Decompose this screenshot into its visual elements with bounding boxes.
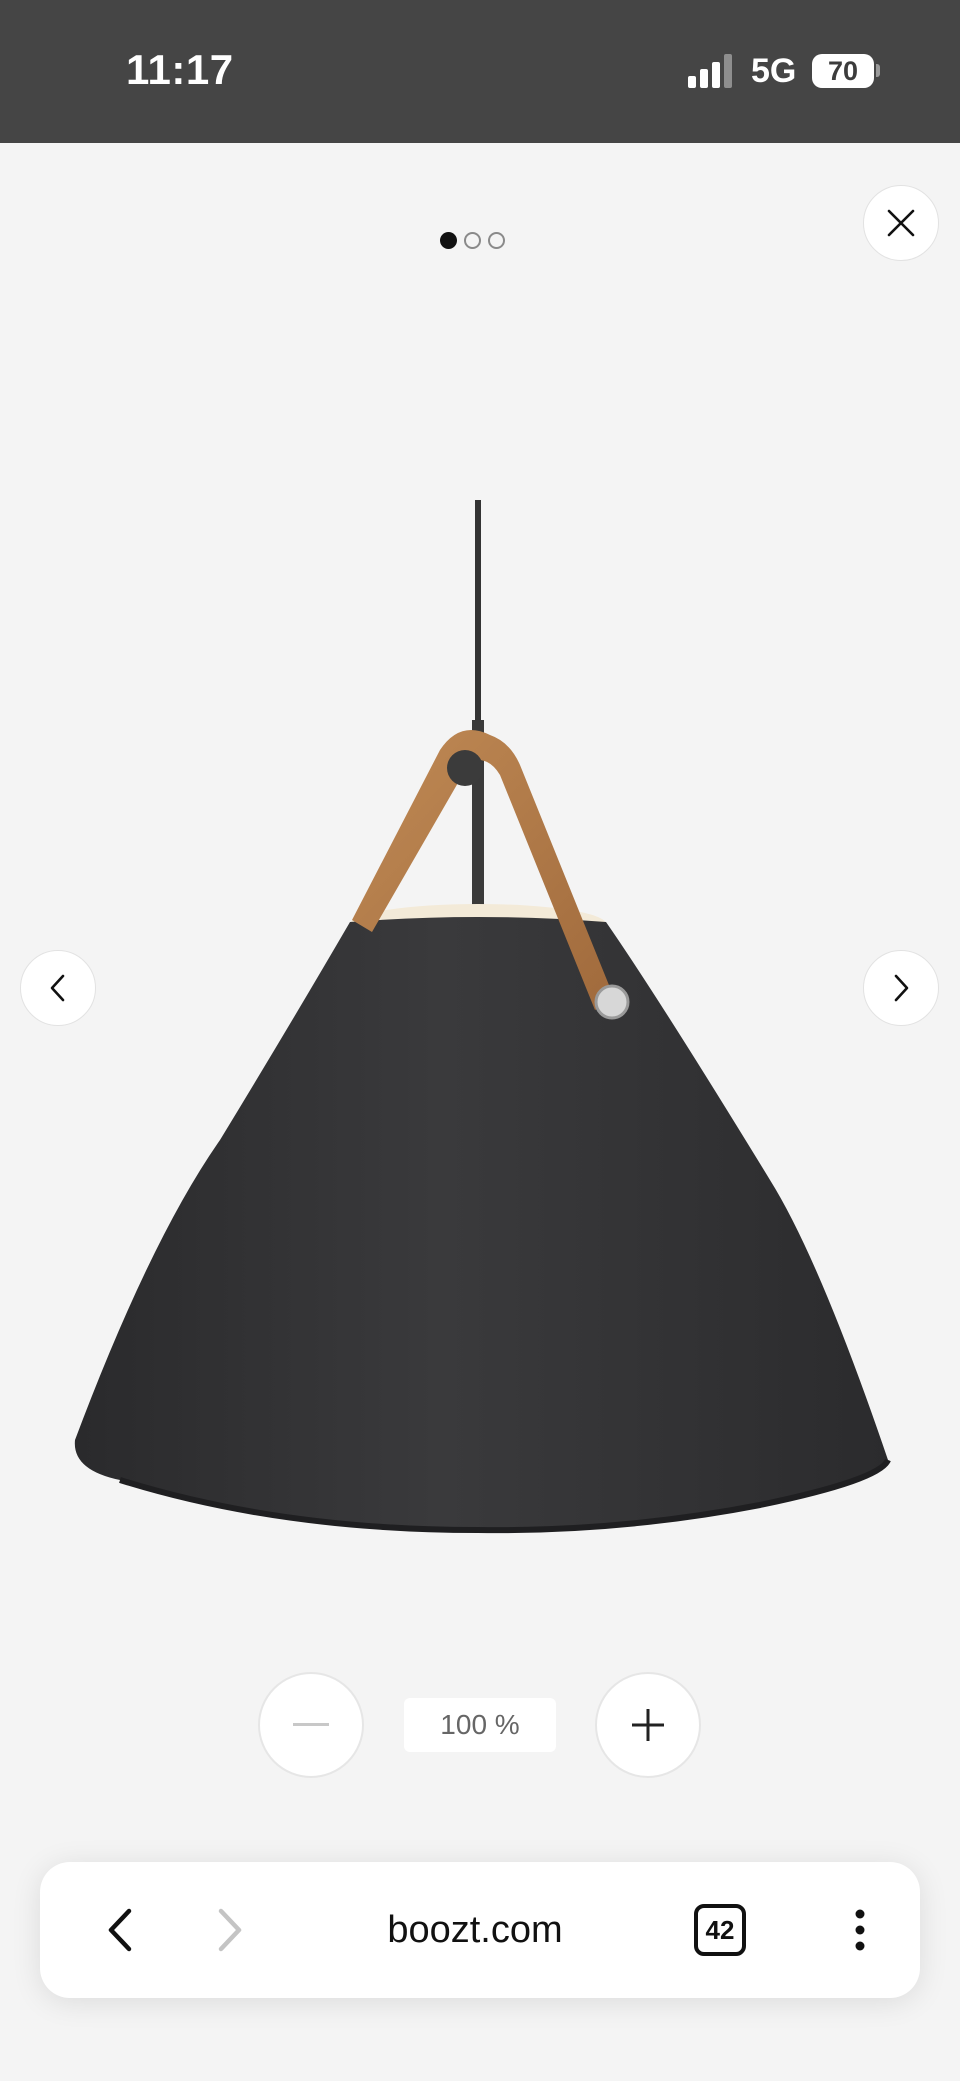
tabs-icon[interactable]: 42	[694, 1904, 746, 1956]
image-pager-dots	[440, 232, 505, 252]
battery-tip	[876, 64, 880, 77]
back-button[interactable]	[90, 1900, 150, 1960]
close-button[interactable]	[863, 185, 939, 261]
battery-icon: 70	[812, 54, 874, 88]
plus-icon	[632, 1709, 664, 1741]
status-time: 11:17	[126, 46, 234, 93]
forward-button[interactable]	[200, 1900, 260, 1960]
signal-icon	[688, 54, 732, 88]
close-icon	[887, 209, 915, 237]
zoom-level: 100 %	[404, 1698, 556, 1752]
more-vertical-icon	[855, 1909, 865, 1951]
status-bar: 11:17 5G 70	[0, 0, 960, 143]
back-arrow-icon	[108, 1908, 132, 1952]
minus-icon	[293, 1723, 329, 1726]
menu-button[interactable]	[840, 1900, 880, 1960]
browser-toolbar: boozt.com 42	[40, 1862, 920, 1998]
pager-dot[interactable]	[488, 232, 505, 249]
zoom-in-button[interactable]	[595, 1672, 701, 1778]
product-image[interactable]	[60, 480, 900, 1590]
forward-arrow-icon	[218, 1908, 242, 1952]
pager-dot[interactable]	[464, 232, 481, 249]
network-label: 5G	[751, 52, 797, 90]
address-bar[interactable]: boozt.com	[320, 1902, 630, 1958]
zoom-out-button[interactable]	[258, 1672, 364, 1778]
pager-dot-active[interactable]	[440, 232, 457, 249]
